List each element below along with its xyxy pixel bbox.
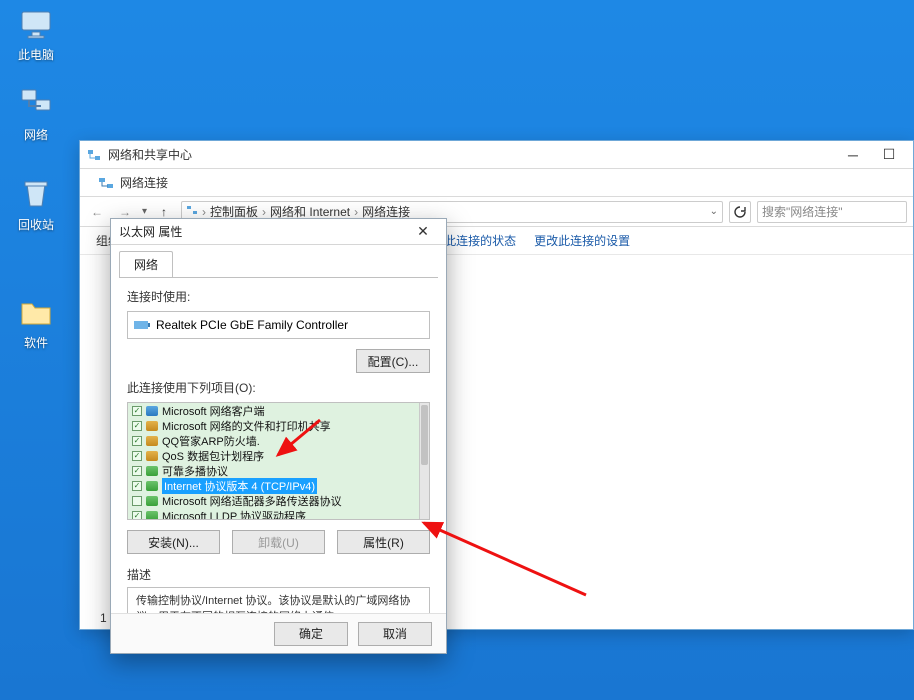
protocol-label: QoS 数据包计划程序 [162, 448, 264, 464]
checkbox[interactable]: ✓ [132, 511, 142, 521]
cancel-button[interactable]: 取消 [358, 622, 432, 646]
adapter-name: Realtek PCIe GbE Family Controller [156, 318, 348, 332]
protocol-label: Microsoft LLDP 协议驱动程序 [162, 508, 306, 521]
description-label: 描述 [127, 566, 430, 583]
tab-network[interactable]: 网络 [119, 251, 173, 277]
desktop-icon-software[interactable]: 软件 [6, 294, 66, 351]
titlebar[interactable]: 网络和共享中心 ─ ☐ [80, 141, 913, 169]
desktop-icon-recycle-bin[interactable]: 回收站 [6, 176, 66, 233]
recycle-bin-icon [18, 176, 54, 212]
maximize-button[interactable]: ☐ [871, 143, 907, 167]
tab-bar: 网络 [111, 245, 446, 277]
dialog-footer: 确定 取消 [111, 613, 446, 653]
protocol-list-item[interactable]: ✓ Internet 协议版本 4 (TCP/IPv4) [128, 478, 429, 493]
checkbox[interactable]: ✓ [132, 406, 142, 416]
desktop-icon-label: 此电脑 [6, 46, 66, 63]
service-icon [146, 451, 158, 461]
network-icon [18, 86, 54, 122]
checkbox[interactable]: ✓ [132, 436, 142, 446]
ok-button[interactable]: 确定 [274, 622, 348, 646]
back-button[interactable]: ← [86, 201, 108, 223]
protocol-list-item[interactable]: ✓ Microsoft LLDP 协议驱动程序 [128, 508, 429, 520]
connect-using-label: 连接时使用: [127, 288, 430, 305]
search-placeholder: 搜索"网络连接" [762, 203, 843, 220]
minimize-button[interactable]: ─ [835, 143, 871, 167]
breadcrumb-dropdown[interactable]: ⌄ [710, 206, 718, 217]
checkbox[interactable]: ✓ [132, 421, 142, 431]
protocol-list[interactable]: ✓ Microsoft 网络客户端 ✓ Microsoft 网络的文件和打印机共享 ✓ Q… [127, 402, 430, 520]
protocol-label: Microsoft 网络适配器多路传送器协议 [162, 493, 342, 509]
desktop-icon-label: 回收站 [6, 216, 66, 233]
breadcrumb-icon [186, 204, 198, 219]
configure-button[interactable]: 配置(C)... [356, 349, 430, 373]
protocol-list-item[interactable]: ✓ 可靠多播协议 [128, 463, 429, 478]
checkbox[interactable] [132, 496, 142, 506]
checkbox[interactable]: ✓ [132, 451, 142, 461]
desktop-icon-this-pc[interactable]: 此电脑 [6, 6, 66, 63]
protocol-list-item[interactable]: ✓ QQ管家ARP防火墙. [128, 433, 429, 448]
properties-button[interactable]: 属性(R) [337, 530, 430, 554]
desktop-icon-network[interactable]: 网络 [6, 86, 66, 143]
adapter-field[interactable]: Realtek PCIe GbE Family Controller [127, 311, 430, 339]
items-label: 此连接使用下列项目(O): [127, 379, 430, 396]
search-input[interactable]: 搜索"网络连接" [757, 201, 907, 223]
folder-icon [18, 294, 54, 330]
child-titlebar: 网络连接 [80, 169, 913, 197]
service-icon [146, 436, 158, 446]
uninstall-button[interactable]: 卸载(U) [232, 530, 325, 554]
protocol-label: Internet 协议版本 4 (TCP/IPv4) [162, 478, 317, 494]
checkbox[interactable]: ✓ [132, 466, 142, 476]
window-title: 网络和共享中心 [108, 146, 835, 163]
list-scrollbar[interactable] [419, 403, 429, 519]
service-icon [146, 421, 158, 431]
desktop-icon-label: 软件 [6, 334, 66, 351]
network-center-icon [86, 147, 102, 163]
protocol-label: 可靠多播协议 [162, 463, 228, 479]
desktop-icon-label: 网络 [6, 126, 66, 143]
protocol-list-item[interactable]: Microsoft 网络适配器多路传送器协议 [128, 493, 429, 508]
item-count: 1 [100, 611, 107, 625]
proto-icon [146, 481, 158, 491]
proto-icon [146, 466, 158, 476]
protocol-label: Microsoft 网络的文件和打印机共享 [162, 418, 331, 434]
close-button[interactable]: ✕ [408, 221, 438, 243]
toolbar-change[interactable]: 更改此连接的设置 [534, 232, 630, 249]
client-icon [146, 406, 158, 416]
protocol-list-item[interactable]: ✓ Microsoft 网络客户端 [128, 403, 429, 418]
network-connections-icon [98, 175, 114, 191]
proto-icon [146, 511, 158, 521]
protocol-label: Microsoft 网络客户端 [162, 403, 265, 419]
dialog-ethernet-properties: 以太网 属性 ✕ 网络 连接时使用: Realtek PCIe GbE Fami… [110, 218, 447, 654]
install-button[interactable]: 安装(N)... [127, 530, 220, 554]
refresh-button[interactable] [729, 201, 751, 223]
nic-icon [134, 319, 150, 331]
this-pc-icon [18, 6, 54, 42]
proto-icon [146, 496, 158, 506]
history-dropdown[interactable]: ▾ [142, 206, 147, 217]
protocol-label: QQ管家ARP防火墙. [162, 433, 260, 449]
protocol-list-item[interactable]: ✓ Microsoft 网络的文件和打印机共享 [128, 418, 429, 433]
child-window-title: 网络连接 [120, 174, 168, 191]
checkbox[interactable]: ✓ [132, 481, 142, 491]
dialog-titlebar[interactable]: 以太网 属性 ✕ [111, 219, 446, 245]
dialog-title: 以太网 属性 [119, 223, 408, 240]
protocol-list-item[interactable]: ✓ QoS 数据包计划程序 [128, 448, 429, 463]
